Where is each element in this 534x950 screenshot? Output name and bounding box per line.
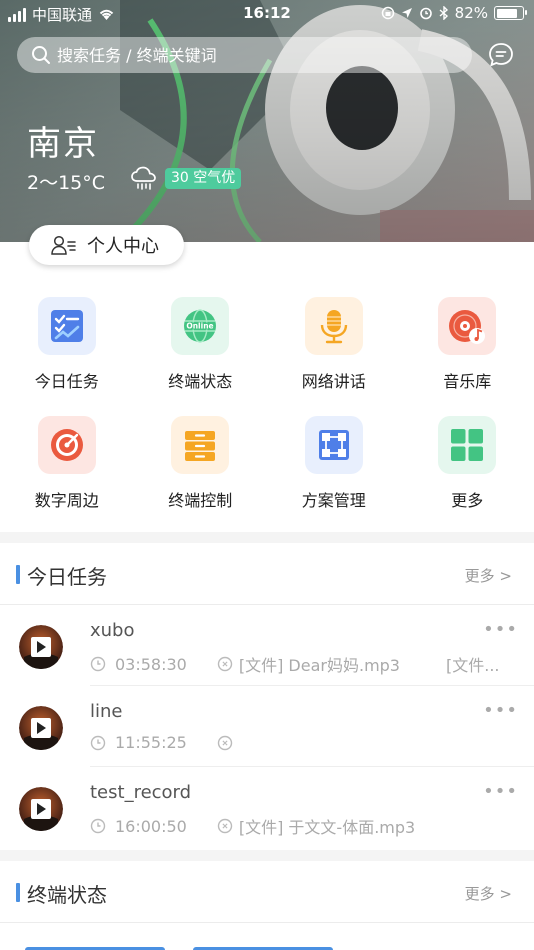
terminal-status-header: 终端状态 更多 >	[0, 861, 534, 923]
grid-item-terminal-status[interactable]: Online 终端状态	[134, 297, 268, 392]
file-link-icon	[217, 735, 233, 751]
location-icon	[401, 8, 412, 18]
section-title: 终端状态	[27, 883, 107, 907]
file-link-icon	[217, 656, 233, 672]
personal-center-label: 个人中心	[87, 236, 159, 257]
task-files-extra: [文件...	[446, 656, 500, 675]
grid-label: 网络讲话	[301, 372, 366, 391]
grid-label: 终端状态	[168, 372, 233, 391]
task-name: line	[90, 701, 123, 722]
lock-rotation-icon	[381, 6, 394, 20]
terminal-status-section: 终端状态 更多 >	[0, 861, 534, 950]
task-name: xubo	[90, 620, 135, 641]
task-files: [文件] Dear妈妈.mp3	[238, 656, 400, 675]
hero-banner: 中国联通 16:12 82% 搜索任务 / 终端关键词 南京 2～15°C 30…	[0, 0, 534, 242]
search-bar[interactable]	[17, 37, 472, 73]
task-play-avatar-icon[interactable]	[19, 706, 63, 750]
grid-item-more[interactable]: 更多	[401, 416, 534, 511]
search-icon	[32, 46, 50, 64]
cloud-rain-icon	[131, 166, 156, 190]
more-terminals-link[interactable]: 更多 >	[465, 883, 512, 904]
today-tasks-section: 今日任务 更多 > xubo ••• 03:58:30 [文件] Dear妈妈.…	[0, 543, 534, 850]
search-input[interactable]	[57, 45, 437, 65]
alarm-icon	[419, 7, 432, 20]
clock-icon	[90, 656, 106, 672]
air-quality-badge: 30 空气优	[165, 168, 242, 189]
battery-percent: 82%	[454, 4, 488, 22]
personal-center-button[interactable]: 个人中心	[29, 225, 184, 265]
feature-grid-card: 今日任务 Online 终端状态 网络讲话 音乐库 数字周边 终端控制 方案管理…	[0, 242, 534, 532]
more-options-icon[interactable]: •••	[483, 700, 518, 721]
status-bar: 中国联通 16:12 82%	[0, 0, 534, 30]
message-button[interactable]	[486, 40, 516, 70]
feature-grid: 今日任务 Online 终端状态 网络讲话 音乐库 数字周边 终端控制 方案管理…	[0, 297, 534, 511]
clock-icon	[90, 735, 106, 751]
svg-text:Online: Online	[187, 322, 214, 331]
section-accent-bar	[16, 565, 20, 584]
microphone-icon	[304, 297, 363, 355]
online-globe-icon: Online	[171, 297, 230, 355]
grid-item-network-speech[interactable]: 网络讲话	[267, 297, 401, 392]
grid-label: 数字周边	[34, 491, 99, 510]
section-accent-bar	[16, 883, 20, 902]
grid-label: 更多	[451, 491, 484, 510]
city-name: 南京	[27, 124, 99, 164]
grid-item-terminal-control[interactable]: 终端控制	[134, 416, 268, 511]
bluetooth-icon	[439, 6, 448, 20]
task-time: 03:58:30	[115, 654, 187, 674]
task-meta: 11:55:25	[90, 733, 239, 752]
task-meta: 03:58:30 [文件] Dear妈妈.mp3 [文件...	[90, 652, 500, 676]
plan-nodes-icon	[304, 416, 363, 474]
task-row[interactable]: line ••• 11:55:25	[0, 686, 534, 767]
task-row[interactable]: test_record ••• 16:00:50 [文件] 于文文-体面.mp3	[0, 767, 534, 848]
task-row[interactable]: xubo ••• 03:58:30 [文件] Dear妈妈.mp3 [文件...	[0, 605, 534, 686]
clock-icon	[90, 818, 106, 834]
task-files: [文件] 于文文-体面.mp3	[238, 818, 416, 837]
grid-label: 今日任务	[34, 372, 99, 391]
target-icon	[37, 416, 96, 474]
more-options-icon[interactable]: •••	[483, 619, 518, 640]
battery-level	[496, 8, 517, 18]
grid-item-plan-management[interactable]: 方案管理	[267, 416, 401, 511]
user-list-icon	[51, 235, 76, 255]
more-tasks-link[interactable]: 更多 >	[465, 565, 512, 586]
task-time: 11:55:25	[115, 733, 187, 752]
grid-label: 音乐库	[443, 372, 492, 391]
task-chart-icon	[37, 297, 96, 355]
cabinet-icon	[171, 416, 230, 474]
grid-item-music-library[interactable]: 音乐库	[401, 297, 534, 392]
battery-icon	[494, 6, 527, 20]
grid-label: 终端控制	[168, 491, 233, 510]
music-disc-icon	[438, 297, 497, 355]
status-right: 82%	[381, 4, 527, 22]
task-play-avatar-icon[interactable]	[19, 787, 63, 831]
task-name: test_record	[90, 782, 192, 803]
file-link-icon	[217, 818, 233, 834]
task-time: 16:00:50	[115, 816, 187, 836]
grid-item-digital-peripherals[interactable]: 数字周边	[0, 416, 134, 511]
task-meta: 16:00:50 [文件] 于文文-体面.mp3	[90, 814, 415, 838]
today-tasks-header: 今日任务 更多 >	[0, 543, 534, 605]
more-options-icon[interactable]: •••	[483, 781, 518, 802]
grid-more-icon	[438, 416, 497, 474]
task-play-avatar-icon[interactable]	[19, 625, 63, 669]
grid-label: 方案管理	[301, 491, 366, 510]
chat-bubble-icon	[489, 43, 513, 67]
temperature-range: 2～15°C	[27, 172, 106, 194]
section-title: 今日任务	[27, 565, 107, 589]
grid-item-today-tasks[interactable]: 今日任务	[0, 297, 134, 392]
